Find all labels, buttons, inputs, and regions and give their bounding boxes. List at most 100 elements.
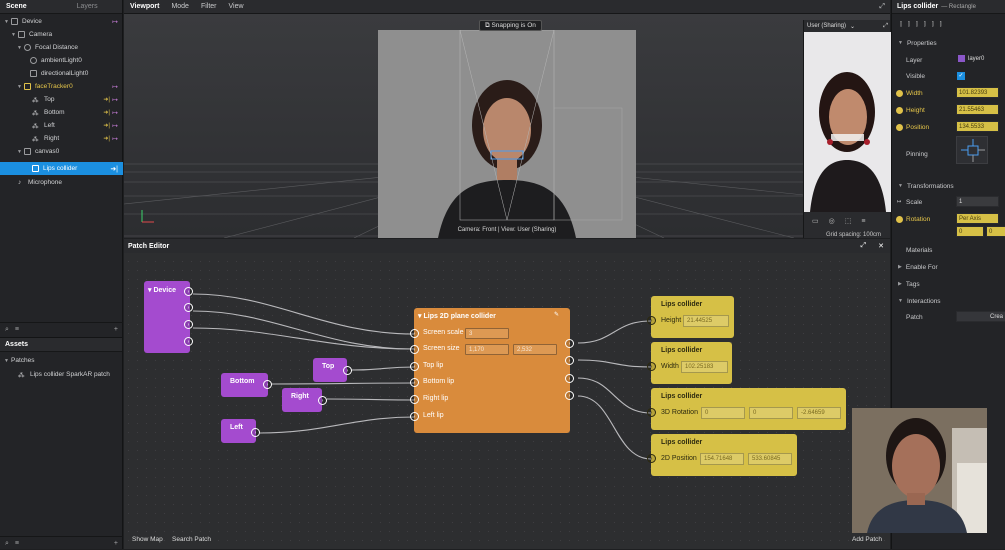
tree-item-directional-light[interactable]: directionalLight0 — [0, 67, 123, 80]
add-patch-button[interactable]: Add Patch — [852, 536, 882, 543]
expand-arrow-icon[interactable]: ▼ — [17, 45, 24, 51]
align-right-icon[interactable]: ⫿ — [916, 22, 924, 29]
filter-icon[interactable]: ≡ — [15, 326, 19, 333]
position-y-field[interactable]: 533.60845 — [748, 453, 792, 465]
asset-item[interactable]: ⁂ Lips collider SparkAR patch — [0, 368, 123, 381]
height-value-field[interactable]: 21.44525 — [683, 315, 729, 327]
visible-checkbox[interactable]: ✓ — [957, 72, 965, 80]
scale-field[interactable]: 1 — [956, 196, 999, 207]
output-port[interactable]: › — [263, 380, 272, 389]
rotation-z-field[interactable]: -2.64659 — [797, 407, 841, 419]
rotation-mode-select[interactable]: Per Axis — [956, 213, 999, 224]
search-icon[interactable]: ⌕ — [5, 326, 9, 334]
tree-item-face-tracker[interactable]: ▼ faceTracker0 ↦ — [0, 80, 123, 93]
search-patch-button[interactable]: Search Patch — [172, 536, 211, 543]
lips-collider-width-node[interactable]: Lips collider › Width 102.25183 — [647, 342, 732, 384]
menu-view[interactable]: View — [223, 0, 250, 14]
device-frame-preview[interactable] — [378, 30, 636, 238]
enable-for-section[interactable]: ▶ Enable For — [892, 259, 1005, 275]
input-port[interactable]: › — [410, 345, 419, 354]
output-port[interactable]: › — [318, 396, 327, 405]
output-port[interactable]: › — [184, 287, 193, 296]
right-node[interactable]: Right › — [282, 388, 327, 412]
expand-arrow-icon[interactable]: ▼ — [898, 40, 903, 46]
search-icon[interactable]: ⌕ — [5, 540, 9, 548]
menu-filter[interactable]: Filter — [195, 0, 223, 14]
expand-icon[interactable]: ⤢ — [879, 3, 885, 11]
output-port[interactable]: › — [184, 303, 193, 312]
assets-folder-patches[interactable]: ▼ Patches — [0, 354, 123, 367]
expand-arrow-icon[interactable]: ▶ — [898, 264, 902, 270]
expand-arrow-icon[interactable]: ▼ — [11, 32, 18, 38]
viewport-canvas[interactable]: ⧉ Snapping is On Camera: Front | View: U… — [124, 14, 891, 238]
tree-item-focal-distance[interactable]: ▼ Focal Distance — [0, 41, 123, 54]
output-port[interactable]: › — [565, 339, 574, 348]
pinning-widget[interactable] — [956, 136, 988, 164]
input-port[interactable]: › — [647, 408, 656, 417]
rotation-x-field[interactable]: 0 — [701, 407, 745, 419]
snapping-badge[interactable]: ⧉ Snapping is On — [479, 20, 542, 31]
output-port[interactable]: › — [565, 374, 574, 383]
chevron-down-icon[interactable]: ⌄ — [850, 23, 855, 30]
tree-item-top[interactable]: ⁂ Top ➜| ↦ — [0, 93, 123, 106]
link-icon[interactable]: ↦ — [897, 199, 901, 205]
input-port[interactable]: › — [251, 428, 260, 437]
input-port[interactable]: › — [410, 378, 419, 387]
rotation-y-field[interactable]: 0 — [749, 407, 793, 419]
align-left-icon[interactable]: ⫿ — [900, 22, 908, 29]
expand-arrow-icon[interactable]: ▼ — [898, 298, 903, 304]
patch-dot-icon[interactable] — [896, 123, 903, 131]
lips-collider-position-node[interactable]: Lips collider › 2D Position 154.71648 53… — [647, 434, 797, 476]
tree-item-microphone[interactable]: ♪ Microphone — [0, 176, 123, 189]
patch-link-icon[interactable]: ➜| — [103, 122, 110, 129]
patch-link-icon[interactable]: ➜| — [103, 135, 110, 142]
input-port[interactable]: › — [647, 362, 656, 371]
transformations-section[interactable]: ▼ Transformations — [892, 178, 1005, 194]
screen-size-x-field[interactable]: 1,170 — [465, 344, 509, 355]
patch-link-icon[interactable]: ➜| — [103, 109, 110, 116]
patch-dot-icon[interactable] — [896, 89, 903, 97]
video-icon[interactable]: ▭ — [812, 218, 829, 225]
link-arrow-icon[interactable]: ↦ — [112, 18, 118, 26]
patch-dot-icon[interactable] — [896, 106, 903, 114]
tree-item-camera[interactable]: ▼ Camera — [0, 28, 123, 41]
height-field[interactable]: 21.55463 — [956, 104, 999, 115]
output-port[interactable]: › — [565, 391, 574, 400]
capture-icon[interactable]: ◎ — [829, 218, 845, 225]
position-x-field[interactable]: 154.71648 — [700, 453, 744, 465]
filter-icon[interactable]: ≡ — [15, 540, 19, 547]
tree-item-ambient-light[interactable]: ambientLight0 — [0, 54, 123, 67]
expand-arrow-icon[interactable]: ▼ — [4, 358, 11, 364]
share-icon[interactable]: ⬚ — [845, 218, 862, 225]
output-port[interactable]: › — [184, 337, 193, 346]
show-map-button[interactable]: Show Map — [132, 536, 163, 543]
link-arrow-icon[interactable]: ↦ — [112, 83, 118, 91]
input-port[interactable]: › — [647, 316, 656, 325]
input-port[interactable]: › — [410, 329, 419, 338]
link-arrow-icon[interactable]: ↦ — [112, 109, 118, 117]
link-arrow-icon[interactable]: ↦ — [112, 135, 118, 143]
tree-item-bottom[interactable]: ⁂ Bottom ➜| ↦ — [0, 106, 123, 119]
screen-scale-field[interactable]: 3 — [465, 328, 509, 339]
width-value-field[interactable]: 102.25183 — [681, 361, 728, 373]
link-arrow-icon[interactable]: ↦ — [112, 122, 118, 130]
layer-select[interactable]: layer0 — [956, 54, 1004, 65]
tree-item-lips-collider[interactable]: Lips collider ➜| — [0, 162, 123, 175]
left-node[interactable]: Left › — [221, 419, 260, 443]
patch-dot-icon[interactable] — [896, 215, 903, 223]
expand-arrow-icon[interactable]: ▼ — [17, 84, 24, 90]
output-port[interactable]: › — [565, 356, 574, 365]
tree-item-device[interactable]: ▼ Device ↦ — [0, 15, 123, 28]
create-patch-button[interactable]: Crea — [956, 311, 1005, 322]
tree-item-canvas[interactable]: ▼ canvas0 — [0, 145, 123, 158]
patch-link-icon[interactable]: ➜| — [103, 96, 110, 103]
width-field[interactable]: 101.82393 — [956, 87, 999, 98]
output-port[interactable]: › — [343, 366, 352, 375]
tab-scene[interactable]: Scene — [0, 0, 33, 14]
add-asset-icon[interactable]: + — [114, 540, 118, 547]
lips-plane-collider-node[interactable]: ▾ Lips 2D plane collider ✎ › Screen scal… — [410, 308, 574, 433]
output-port[interactable]: › — [184, 320, 193, 329]
attachment-icon[interactable]: ✎ — [554, 311, 559, 318]
tree-item-left[interactable]: ⁂ Left ➜| ↦ — [0, 119, 123, 132]
lips-collider-height-node[interactable]: Lips collider › Height 21.44525 — [647, 296, 734, 338]
